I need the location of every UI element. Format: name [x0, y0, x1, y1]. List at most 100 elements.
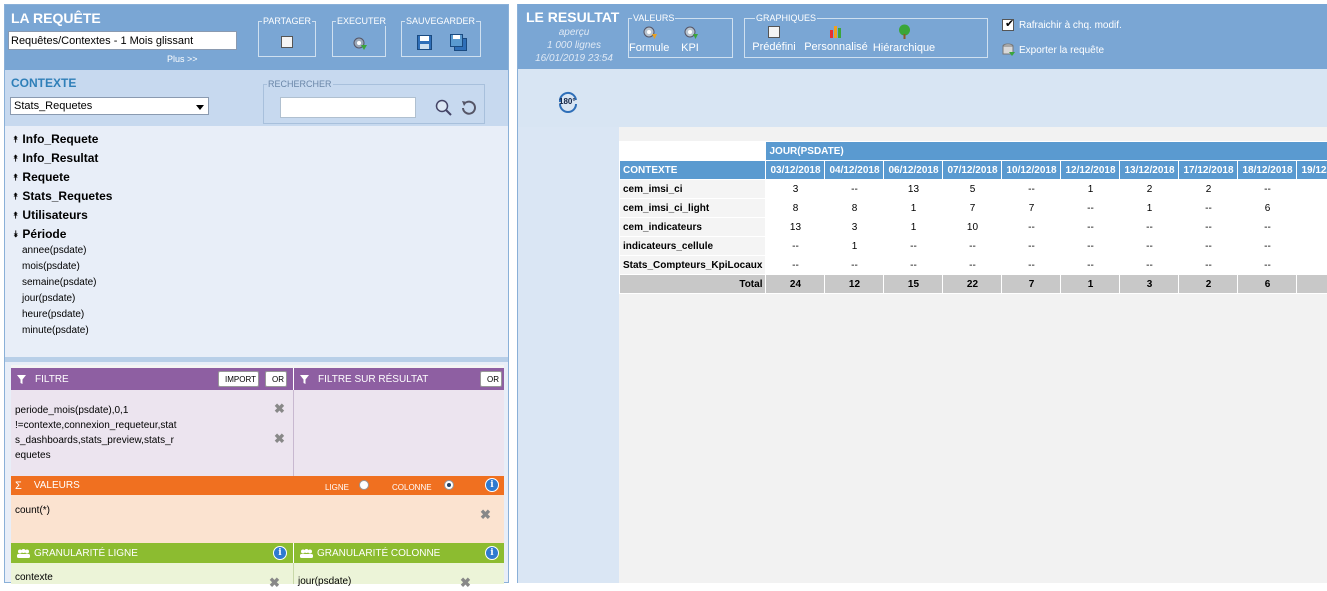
- date-header[interactable]: 13/12/2018: [1120, 161, 1179, 180]
- import-button[interactable]: IMPORT: [218, 371, 259, 387]
- filter-line[interactable]: equetes: [15, 448, 205, 463]
- export-label: Exporter la requête: [1019, 45, 1104, 56]
- table-cell: 3: [825, 218, 884, 237]
- tree-group[interactable]: ⯭Requete: [13, 170, 70, 184]
- remove-filter-icon[interactable]: ✖: [274, 401, 285, 417]
- filter-line[interactable]: s_dashboards,stats_preview,stats_r: [15, 433, 205, 448]
- table-cell: --: [766, 256, 825, 275]
- rotate-button[interactable]: 180°: [556, 91, 580, 113]
- colonne-radio[interactable]: [444, 480, 454, 490]
- remove-filter-icon[interactable]: ✖: [274, 431, 285, 447]
- table-cell: --: [884, 237, 943, 256]
- kpi-label: KPI: [675, 42, 705, 54]
- table-row: Stats_Compteurs_KpiLocaux -- -- -- -- --…: [620, 256, 1327, 275]
- filter-result-header: FILTRE SUR RÉSULTAT OR: [293, 368, 504, 390]
- tree-group[interactable]: ⯯Période: [13, 227, 66, 241]
- tree-leaf[interactable]: mois(psdate): [22, 261, 80, 272]
- filter-line[interactable]: !=contexte,connexion_requeteur,stat: [15, 418, 205, 433]
- rotate-label: 180°: [559, 97, 576, 106]
- remove-row-icon[interactable]: ✖: [269, 575, 280, 591]
- search-icon[interactable]: [435, 99, 452, 116]
- context-area: CONTEXTE Stats_Requetes RECHERCHER: [5, 70, 508, 126]
- row-label: cem_imsi_ci_light: [620, 199, 766, 218]
- date-header[interactable]: 06/12/2018: [884, 161, 943, 180]
- table-cell: --: [1061, 256, 1120, 275]
- save-button[interactable]: [414, 32, 434, 52]
- gran-row-title: GRANULARITÉ LIGNE: [34, 548, 138, 559]
- share-button[interactable]: [277, 32, 297, 52]
- splitter[interactable]: [5, 357, 508, 362]
- table-cell: 6: [1238, 199, 1297, 218]
- tree-group[interactable]: ⯭Info_Resultat: [13, 151, 98, 165]
- kpi-button[interactable]: KPI: [675, 25, 705, 54]
- values-group: VALEURS Formule KPI: [628, 18, 733, 58]
- gran-row-item[interactable]: contexte: [15, 572, 53, 583]
- gear-icon: [683, 25, 698, 39]
- predefini-button[interactable]: Prédéfini: [749, 26, 799, 53]
- table-row: cem_imsi_ci_light 8 8 1 7 7 -- 1 -- 6: [620, 199, 1327, 218]
- total-row: Total 24 12 15 22 7 1 3 2 6: [620, 275, 1327, 294]
- export-icon: [1002, 43, 1016, 57]
- reset-icon[interactable]: [460, 99, 477, 116]
- tree-leaf[interactable]: jour(psdate): [22, 293, 75, 304]
- request-select[interactable]: Requêtes/Contextes - 1 Mois glissant: [8, 31, 237, 50]
- graphiques-group-label: GRAPHIQUES: [755, 13, 817, 23]
- info-icon[interactable]: i: [485, 478, 499, 492]
- info-icon[interactable]: i: [273, 546, 287, 560]
- tree-group[interactable]: ⯭Stats_Requetes: [13, 189, 112, 203]
- execute-button[interactable]: [349, 32, 371, 54]
- date-header[interactable]: 12/12/2018: [1061, 161, 1120, 180]
- tree-group[interactable]: ⯭Info_Requete: [13, 132, 98, 146]
- total-cell: 2: [1179, 275, 1238, 294]
- result-body: JOUR(PSDATE) CONTEXTE 03/12/2018 04/12/2…: [619, 127, 1327, 583]
- users-icon: [300, 549, 313, 558]
- tree-leaf[interactable]: heure(psdate): [22, 309, 84, 320]
- total-cell: 24: [766, 275, 825, 294]
- date-header[interactable]: 18/12/2018: [1238, 161, 1297, 180]
- request-header: LA REQUÊTE Requêtes/Contextes - 1 Mois g…: [5, 5, 508, 70]
- valeurs-group-label: VALEURS: [632, 13, 675, 23]
- date-header[interactable]: 07/12/2018: [943, 161, 1002, 180]
- remove-col-icon[interactable]: ✖: [460, 575, 471, 591]
- save-as-button[interactable]: [448, 32, 468, 52]
- export-option[interactable]: Exporter la requête: [1002, 43, 1104, 57]
- filter-line[interactable]: periode_mois(psdate),0,1: [15, 403, 205, 418]
- tree-group[interactable]: ⯭Utilisateurs: [13, 208, 88, 222]
- save-as-icon: [450, 34, 467, 51]
- hierarchique-button[interactable]: Hiérarchique: [871, 24, 937, 54]
- table-date-row: CONTEXTE 03/12/2018 04/12/2018 06/12/201…: [620, 161, 1327, 180]
- charts-group: GRAPHIQUES Prédéfini Personnalisé Hiérar…: [744, 18, 988, 58]
- gran-col-header: GRANULARITÉ COLONNE i: [293, 543, 504, 563]
- table-row: cem_indicateurs 13 3 1 10 -- -- -- -- --: [620, 218, 1327, 237]
- date-header[interactable]: 19/12/2018: [1297, 161, 1327, 180]
- date-header[interactable]: 04/12/2018: [825, 161, 884, 180]
- filter-or-button[interactable]: OR: [265, 371, 287, 387]
- formule-button[interactable]: Formule: [629, 25, 669, 54]
- tree-leaf[interactable]: annee(psdate): [22, 245, 87, 256]
- filter-result-or-button[interactable]: OR: [480, 371, 502, 387]
- table-cell: 1: [1120, 199, 1179, 218]
- context-select-value: Stats_Requetes: [14, 100, 92, 112]
- execute-label: EXECUTER: [336, 16, 387, 26]
- info-icon[interactable]: i: [485, 546, 499, 560]
- row-header[interactable]: CONTEXTE: [620, 161, 766, 180]
- personnalise-button[interactable]: Personnalisé: [803, 24, 869, 53]
- date-header[interactable]: 17/12/2018: [1179, 161, 1238, 180]
- remove-value-icon[interactable]: ✖: [480, 507, 491, 523]
- total-cell: 7: [1002, 275, 1061, 294]
- filter-result-body[interactable]: [293, 390, 504, 476]
- refresh-checkbox[interactable]: ✔: [1002, 19, 1014, 31]
- tree-leaf[interactable]: minute(psdate): [22, 325, 89, 336]
- date-header[interactable]: 10/12/2018: [1002, 161, 1061, 180]
- plus-link[interactable]: Plus >>: [167, 54, 198, 64]
- table-cell: --: [1002, 256, 1061, 275]
- tree-leaf[interactable]: semaine(psdate): [22, 277, 96, 288]
- context-select[interactable]: Stats_Requetes: [10, 97, 209, 115]
- gran-col-item[interactable]: jour(psdate): [298, 576, 351, 587]
- values-item[interactable]: count(*): [15, 505, 50, 516]
- date-header[interactable]: 03/12/2018: [766, 161, 825, 180]
- ligne-radio[interactable]: [359, 480, 369, 490]
- refresh-option[interactable]: ✔ Rafraichir à chq. modif.: [1002, 19, 1122, 31]
- search-input[interactable]: [280, 97, 416, 118]
- table-cell: 7: [1002, 199, 1061, 218]
